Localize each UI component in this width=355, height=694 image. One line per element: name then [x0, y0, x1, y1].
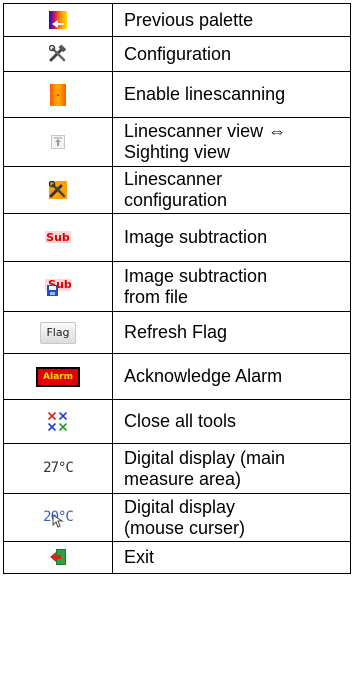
row-label: Digital display (main measure area) — [112, 443, 351, 494]
table-row: Linescanner configuration — [3, 166, 351, 214]
exit-icon — [49, 548, 67, 566]
row-label: Exit — [112, 541, 351, 574]
table-row: Close all tools — [3, 399, 351, 444]
table-row: Flag Refresh Flag — [3, 311, 351, 354]
row-label: Refresh Flag — [112, 311, 351, 354]
image-subtraction-file-icon: Sub — [45, 276, 71, 298]
row-label: Digital display (mouse curser) — [112, 493, 351, 542]
toolbar-icon-legend-table: Previous palette Configuration Enable li… — [3, 3, 351, 574]
row-label: Linescanner view ⇔ Sighting view — [112, 117, 351, 167]
close-all-tools-icon — [48, 411, 68, 432]
table-row: Enable linescanning — [3, 71, 351, 118]
enable-linescanning-icon — [50, 83, 66, 106]
digital-display-icon: 27°C — [43, 460, 74, 477]
row-label: Enable linescanning — [112, 71, 351, 118]
row-label: Linescanner configuration — [112, 166, 351, 214]
linescanner-configuration-icon — [49, 180, 67, 199]
table-row: Sub Image subtraction from file — [3, 261, 351, 312]
table-row: Exit — [3, 541, 351, 574]
table-row: Configuration — [3, 36, 351, 72]
table-row: Linescanner view ⇔ Sighting view — [3, 117, 351, 167]
row-label: Image subtraction — [112, 213, 351, 262]
icon-text: Sub — [46, 231, 70, 244]
table-row: Sub Image subtraction — [3, 213, 351, 262]
refresh-flag-icon: Flag — [40, 321, 76, 344]
digital-display-mouse-icon: 20°C — [43, 508, 74, 529]
configuration-icon — [49, 44, 67, 63]
image-subtraction-icon: Sub — [45, 228, 71, 246]
previous-palette-icon — [49, 10, 67, 29]
table-row: 27°C Digital display (main measure area) — [3, 443, 351, 494]
table-row: 20°C Digital display (mouse curser) — [3, 493, 351, 542]
row-label: Close all tools — [112, 399, 351, 444]
linescanner-view-icon — [51, 134, 65, 149]
row-label: Image subtraction from file — [112, 261, 351, 312]
row-label: Acknowledge Alarm — [112, 353, 351, 400]
row-label: Previous palette — [112, 3, 351, 37]
row-label: Configuration — [112, 36, 351, 72]
table-row: Alarm Acknowledge Alarm — [3, 353, 351, 400]
acknowledge-alarm-icon: Alarm — [36, 367, 80, 387]
icon-text: Alarm — [38, 369, 78, 385]
table-row: Previous palette — [3, 3, 351, 37]
